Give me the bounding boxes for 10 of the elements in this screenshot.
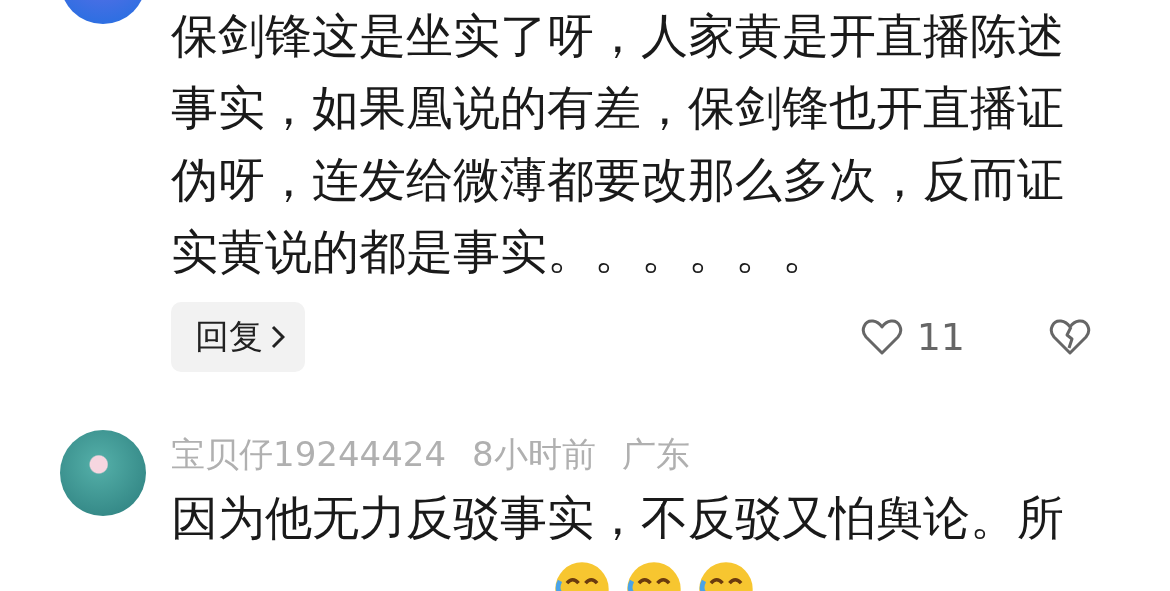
like-button[interactable]: 11 [860,315,965,359]
dislike-button[interactable] [1049,318,1091,356]
heart-icon [860,318,903,356]
location: 广东 [621,433,690,476]
chevron-right-icon [271,325,285,349]
comment-text: 因为他无力反驳事实，不反驳又怕舆论。所 [171,490,1064,545]
post-time: 8小时前 [472,433,596,476]
comment-text: 保剑锋这是坐实了呀，人家黄是开直播陈述事实，如果凰说的有差，保剑锋也开直播证伪呀，连发给微薄都要改那么多次，反而证实黄说的都是事实。。。。。。 [171,8,1064,279]
broken-heart-icon [1049,318,1091,356]
reply-button[interactable]: 回复 [171,302,305,372]
